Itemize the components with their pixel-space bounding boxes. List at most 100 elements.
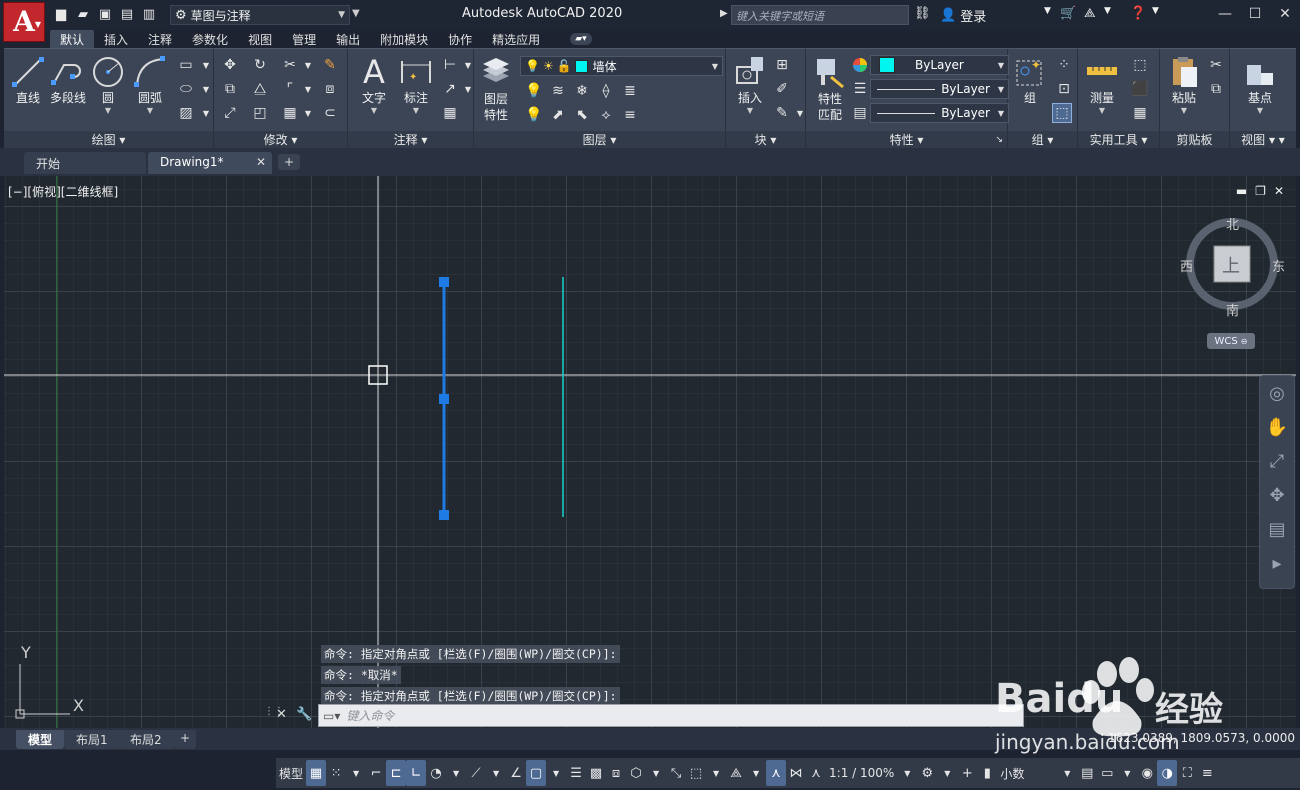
panel-properties-title[interactable]: 特性 ▾ ↘ bbox=[806, 131, 1007, 149]
zoom-extents-icon[interactable]: ⤢ bbox=[1260, 444, 1294, 478]
hardware-acceleration-icon[interactable]: ◑ bbox=[1157, 760, 1178, 786]
panel-modify-title[interactable]: 修改 ▾ bbox=[214, 131, 347, 149]
table-icon[interactable]: ▦ bbox=[440, 103, 460, 123]
auto-scale-icon[interactable]: ⋈ bbox=[786, 760, 806, 786]
quick-properties-icon[interactable]: ▤ bbox=[1077, 760, 1097, 786]
chevron-down-icon[interactable]: ▼ bbox=[446, 760, 466, 786]
viewcube-north[interactable]: 北 bbox=[1226, 214, 1239, 233]
tab-output[interactable]: 输出 bbox=[326, 30, 370, 48]
measure-button[interactable]: 测量 ▼ bbox=[1080, 55, 1124, 115]
minimize-icon[interactable]: — bbox=[1210, 0, 1240, 28]
lineweight-display-icon[interactable]: ☰ bbox=[566, 760, 586, 786]
layer-walk-icon[interactable]: ≣ bbox=[620, 81, 640, 101]
wcs-menu[interactable]: WCS ⊖ bbox=[1207, 333, 1255, 349]
grid-icon[interactable]: ▦ bbox=[306, 760, 327, 786]
new-file-icon[interactable]: ▆ bbox=[52, 5, 70, 23]
edit-attributes-icon[interactable]: ✎ bbox=[772, 103, 792, 123]
paste-button[interactable]: 粘贴 ▼ bbox=[1162, 55, 1206, 115]
array-icon[interactable]: ▦ bbox=[280, 103, 300, 123]
lock-ui-icon[interactable]: ▭ bbox=[1097, 760, 1117, 786]
dialog-launcher-icon[interactable]: ↘ bbox=[995, 131, 1003, 149]
panel-groups-title[interactable]: 组 ▾ bbox=[1008, 131, 1077, 149]
explode-icon[interactable]: ⧈ bbox=[320, 79, 340, 99]
group-edit-icon[interactable]: ⊡ bbox=[1054, 79, 1074, 99]
viewcube-top-label[interactable]: 上 bbox=[1222, 252, 1240, 278]
copy-clip-icon[interactable]: ⧉ bbox=[1206, 79, 1226, 99]
selection-cycling-icon[interactable]: ⧈ bbox=[606, 760, 626, 786]
mirror-icon[interactable]: ⧋ bbox=[250, 79, 270, 99]
pan-icon[interactable]: ✋ bbox=[1260, 410, 1294, 444]
open-folder-icon[interactable]: ▰ bbox=[74, 5, 92, 23]
isometric-icon[interactable]: ⟋ bbox=[466, 760, 486, 786]
snap-icon[interactable]: ⁙ bbox=[326, 760, 346, 786]
cart-icon[interactable]: 🛒 bbox=[1060, 6, 1076, 21]
search-input[interactable]: 键入关键字或短语 bbox=[731, 5, 909, 25]
chevron-down-icon[interactable]: ▼ bbox=[746, 760, 766, 786]
workspace-select[interactable]: ⚙ 草图与注释 ▼ bbox=[170, 5, 350, 25]
command-prompt-icon[interactable]: ▭▾ bbox=[323, 709, 340, 723]
group-button[interactable]: ✦ 组 bbox=[1008, 55, 1052, 106]
linear-dim-icon[interactable]: ⊢ bbox=[440, 55, 460, 75]
layer-freeze-icon[interactable]: ❄ bbox=[572, 81, 592, 101]
drag-handle-icon[interactable]: ⋮⋮ bbox=[264, 706, 284, 726]
save-as-icon[interactable]: ▤ bbox=[118, 5, 136, 23]
tab-manage[interactable]: 管理 bbox=[282, 30, 326, 48]
offset-icon[interactable]: ⊂ bbox=[320, 103, 340, 123]
panel-clipboard-title[interactable]: 剪贴板 bbox=[1160, 131, 1229, 149]
text-button[interactable]: A 文字 ▼ bbox=[352, 53, 396, 115]
ungroup-icon[interactable]: ⁘ bbox=[1054, 55, 1074, 75]
layer-merge-icon[interactable]: ≡ bbox=[620, 105, 640, 125]
customize-qat-icon[interactable]: ▼ bbox=[352, 8, 360, 19]
chevron-down-icon[interactable]: ▼ bbox=[346, 760, 366, 786]
annotation-visibility-icon[interactable]: ⋏ bbox=[766, 760, 787, 786]
save-icon[interactable]: ▣ bbox=[96, 5, 114, 23]
a360-dropdown-icon[interactable]: ▼ bbox=[1104, 6, 1111, 16]
infer-constraints-icon[interactable]: ⌐ bbox=[366, 760, 386, 786]
edit-block-icon[interactable]: ✐ bbox=[772, 79, 792, 99]
color-wheel-icon[interactable] bbox=[850, 55, 870, 75]
search-expand-icon[interactable]: ▶ bbox=[720, 8, 728, 19]
chevron-down-icon[interactable]: ▼ bbox=[1057, 760, 1077, 786]
steering-wheel-icon[interactable]: ◎ bbox=[1260, 376, 1294, 410]
annotation-scale-select[interactable]: 1:1 / 100% bbox=[826, 760, 897, 786]
chevron-down-icon[interactable]: ▼ bbox=[86, 106, 130, 115]
ribbon-toggle-icon[interactable]: ▰▾ bbox=[570, 33, 592, 45]
viewcube-south[interactable]: 南 bbox=[1226, 300, 1239, 319]
tab-start[interactable]: 开始 bbox=[24, 152, 146, 174]
wrench-icon[interactable]: 🔧 bbox=[296, 707, 312, 722]
layer-off-icon[interactable]: 💡 bbox=[524, 81, 544, 101]
chevron-down-icon[interactable]: ▼ bbox=[546, 760, 566, 786]
viewcube-west[interactable]: 西 bbox=[1180, 256, 1193, 275]
chevron-down-icon[interactable]: ▼ bbox=[728, 106, 772, 115]
workspace-gear-icon[interactable]: ⚙ bbox=[917, 760, 937, 786]
showmotion-icon[interactable]: ▤ bbox=[1260, 512, 1294, 546]
ellipse-icon[interactable]: ⬭ bbox=[176, 79, 196, 99]
customization-icon[interactable]: ≡ bbox=[1197, 760, 1217, 786]
hatch-icon[interactable]: ▨ bbox=[176, 103, 196, 123]
circle-button[interactable]: 圆 ▼ bbox=[86, 55, 130, 115]
layer-isolate-icon[interactable]: ≋ bbox=[548, 81, 568, 101]
match-properties-button[interactable]: 特性 匹配 bbox=[808, 55, 852, 123]
close-icon[interactable]: ✕ bbox=[256, 155, 266, 169]
polar-tracking-icon[interactable]: ◔ bbox=[426, 760, 446, 786]
layer-unlock-icon[interactable]: ⟡ bbox=[596, 105, 616, 125]
tab-view[interactable]: 视图 bbox=[238, 30, 282, 48]
panel-view-title[interactable]: 视图 ▾ ▾ bbox=[1230, 131, 1296, 149]
tab-addins[interactable]: 附加模块 bbox=[370, 30, 438, 48]
ortho-icon[interactable]: ∟ bbox=[406, 760, 427, 786]
chevron-down-icon[interactable]: ▼ bbox=[1117, 760, 1137, 786]
layer-previous-icon[interactable]: ⬉ bbox=[572, 105, 592, 125]
help-dropdown-icon[interactable]: ▼ bbox=[1152, 6, 1159, 16]
signin-button[interactable]: 👤 登录 bbox=[940, 6, 986, 25]
grip-bottom[interactable] bbox=[439, 510, 449, 520]
arc-button[interactable]: 圆弧 ▼ bbox=[128, 55, 172, 115]
tab-layout2[interactable]: 布局2 bbox=[118, 730, 174, 749]
chevron-down-icon[interactable]: ▼ bbox=[937, 760, 957, 786]
chevron-down-icon[interactable]: ▼ bbox=[897, 760, 917, 786]
chevron-down-icon[interactable]: ▼ bbox=[196, 103, 216, 123]
isolate-objects-icon[interactable]: ◉ bbox=[1137, 760, 1157, 786]
tab-default[interactable]: 默认 bbox=[50, 30, 95, 48]
dynamic-ucs-icon[interactable]: ⤡ bbox=[666, 760, 686, 786]
a360-icon[interactable]: ⟁ bbox=[1084, 6, 1096, 21]
polyline-button[interactable]: 多段线 bbox=[46, 55, 90, 106]
